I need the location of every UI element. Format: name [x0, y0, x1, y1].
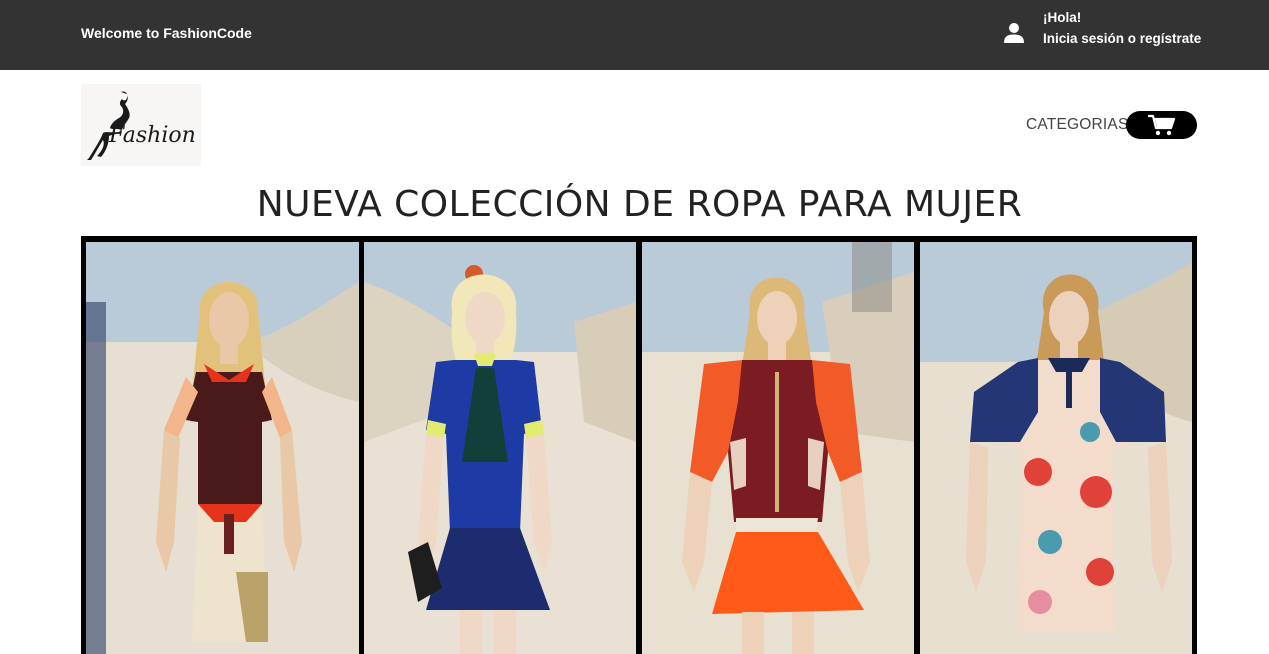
page-title: NUEVA COLECCIÓN DE ROPA PARA MUJER [256, 184, 1023, 225]
cart-icon [1148, 114, 1176, 136]
top-bar: Welcome to FashionCode ¡Hola! Inicia ses… [0, 0, 1269, 70]
greeting-text: ¡Hola! [1043, 10, 1082, 25]
categories-menu[interactable]: CATEGORIAS [1026, 116, 1128, 134]
user-icon[interactable] [1003, 22, 1025, 44]
model-photo-1 [86, 242, 359, 654]
logo-text: Fashion [108, 123, 196, 148]
login-register-link[interactable]: Inicia sesión o regístrate [1043, 28, 1201, 49]
account-greeting: ¡Hola! Inicia sesión o regístrate [1043, 7, 1201, 49]
welcome-text: Welcome to FashionCode [81, 25, 252, 41]
model-photo-3 [642, 242, 914, 654]
cart-button[interactable] [1126, 111, 1197, 139]
hero-banner[interactable] [81, 236, 1197, 654]
model-photo-4 [920, 242, 1192, 654]
model-photo-2 [364, 242, 636, 654]
fashion-logo[interactable]: Fashion [81, 84, 201, 166]
